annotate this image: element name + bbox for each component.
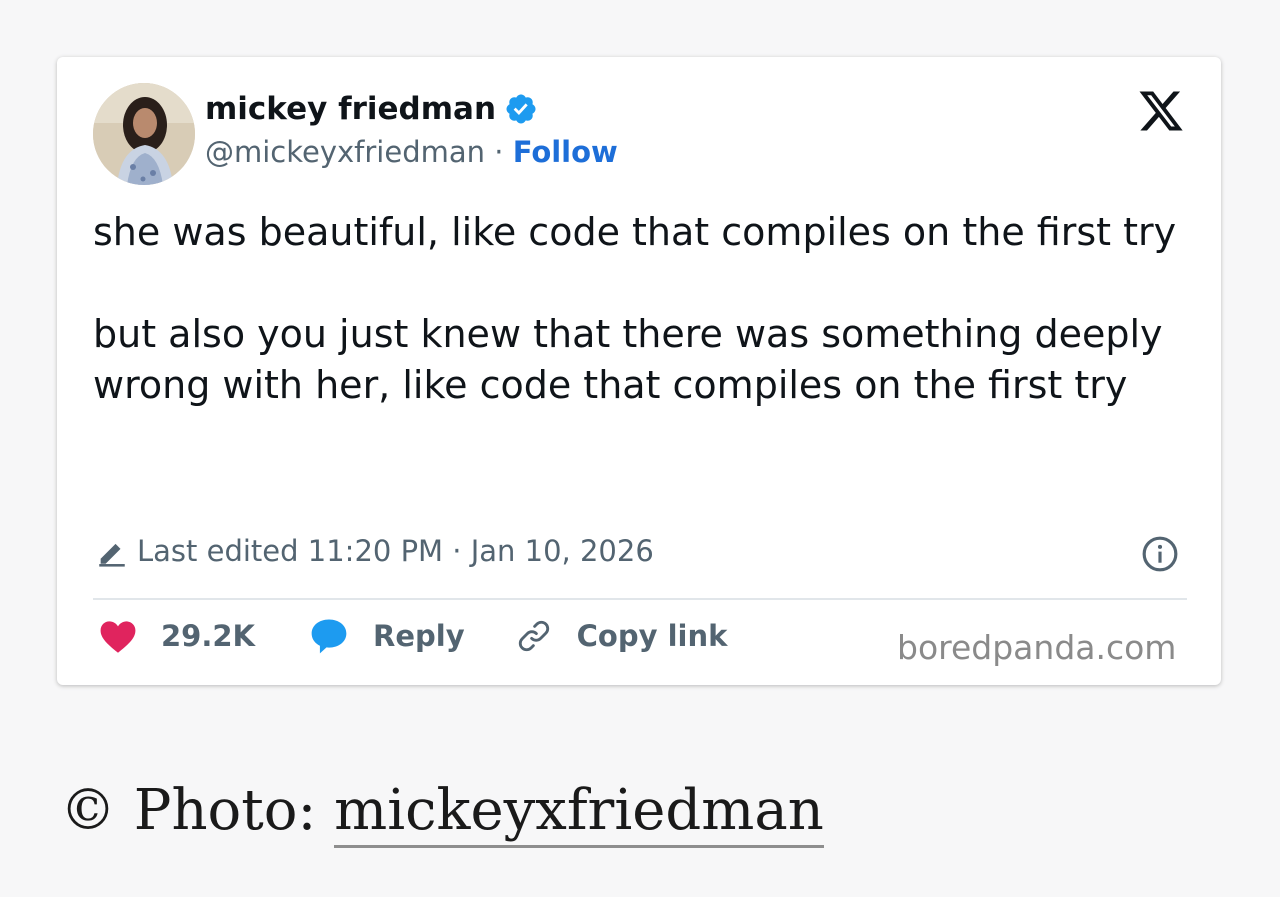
credit-prefix: © Photo: (60, 778, 335, 843)
tweet-card: mickey friedman @mickeyxfriedman · Follo… (57, 57, 1221, 685)
like-count: 29.2K (161, 619, 256, 653)
author-handle[interactable]: @mickeyxfriedman (205, 135, 485, 169)
verified-badge-icon (506, 94, 536, 124)
heart-icon (100, 621, 136, 653)
pencil-icon (99, 543, 125, 567)
info-icon[interactable] (1141, 535, 1179, 573)
handle-separator: · (494, 135, 513, 169)
speech-bubble-icon (311, 619, 347, 654)
reply-button[interactable]: Reply (309, 617, 465, 655)
edit-timestamp[interactable]: Last edited 11:20 PM · Jan 10, 2026 (95, 534, 654, 568)
author-handle-line: @mickeyxfriedman · Follow (205, 135, 618, 169)
link-icon (518, 620, 549, 652)
watermark: boredpanda.com (897, 628, 1177, 667)
author-name[interactable]: mickey friedman (205, 91, 538, 127)
like-button[interactable]: 29.2K (99, 618, 255, 654)
photo-credit: © Photo: mickeyxfriedman (60, 778, 824, 848)
reply-label: Reply (373, 619, 465, 653)
credit-link[interactable]: mickeyxfriedman (334, 778, 824, 848)
divider (93, 598, 1187, 600)
copy-link-label: Copy link (576, 619, 728, 653)
tweet-body: she was beautiful, like code that compil… (93, 207, 1183, 411)
tweet-paragraph: she was beautiful, like code that compil… (93, 210, 1177, 254)
tweet-paragraph: but also you just knew that there was so… (93, 312, 1163, 407)
x-logo-icon[interactable] (1137, 87, 1185, 135)
follow-link[interactable]: Follow (513, 135, 618, 169)
author-avatar[interactable] (93, 83, 195, 185)
tweet-actions: 29.2K Reply Copy link (99, 617, 727, 655)
author-name-text[interactable]: mickey friedman (205, 91, 496, 127)
edited-text: Last edited 11:20 PM · Jan 10, 2026 (137, 534, 654, 568)
copy-link-button[interactable]: Copy link (515, 617, 728, 655)
